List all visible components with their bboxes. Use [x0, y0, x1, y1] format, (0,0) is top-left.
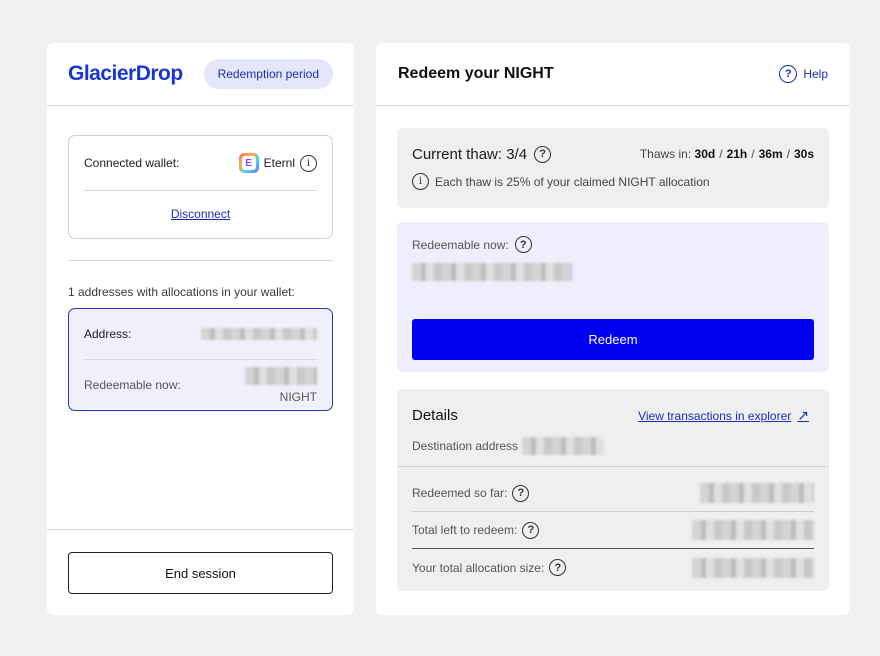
redeemable-amount-redacted	[412, 263, 572, 281]
redeemable-now-label: Redeemable now:	[412, 237, 509, 252]
row-value-redacted	[692, 557, 814, 578]
countdown-separator: /	[751, 147, 755, 161]
thaw-note: i Each thaw is 25% of your claimed NIGHT…	[412, 173, 814, 190]
connected-wallet-row: Connected wallet: E Eternl i	[84, 136, 317, 191]
divider	[68, 260, 333, 261]
address-value-redacted	[201, 328, 317, 340]
redeemed-so-far-row: Redeemed so far:?	[412, 475, 814, 512]
redeemable-now: Redeemable now: ?	[412, 236, 814, 253]
countdown-minutes: 36m	[758, 147, 783, 161]
disconnect-link[interactable]: Disconnect	[84, 207, 317, 221]
eternl-logo-icon: E	[238, 153, 259, 173]
row-label: Your total allocation size:	[412, 560, 545, 575]
redeem-panel: Redeem your NIGHT ? Help Current thaw: 3…	[376, 43, 850, 615]
phase-badge: Redemption period	[203, 59, 333, 89]
help-link[interactable]: ? Help	[779, 65, 828, 83]
question-circle-icon[interactable]: ?	[549, 559, 567, 576]
glacierdrop-logo[interactable]: GlacierDrop	[68, 62, 183, 86]
arrow-up-right-icon: ↗	[797, 407, 809, 423]
address-card[interactable]: Address: Redeemable now: NIGHT	[68, 308, 333, 411]
details-card: Details View transactions in explorer ↗ …	[397, 389, 829, 591]
question-circle-icon[interactable]: ?	[512, 484, 530, 502]
countdown-label: Thaws in:	[639, 147, 692, 161]
wallet-panel: GlacierDrop Redemption period Connected …	[47, 43, 354, 615]
countdown-days: 30d	[694, 147, 716, 161]
current-thaw-label: Current thaw: 3/4	[412, 145, 528, 163]
address-row: Address:	[84, 309, 317, 360]
wallet-panel-header: GlacierDrop Redemption period	[47, 43, 354, 106]
allocations-caption: 1 addresses with allocations in your wal…	[68, 285, 295, 299]
row-value-redacted	[692, 520, 814, 540]
countdown-separator: /	[786, 147, 790, 161]
destination-address: Destination address	[412, 437, 605, 455]
info-icon[interactable]: i	[300, 154, 317, 172]
row-label: Total left to redeem:	[412, 523, 518, 537]
footer-divider	[47, 529, 354, 530]
countdown-hours: 21h	[726, 147, 748, 161]
redeemable-label: Redeemable now:	[84, 378, 181, 392]
question-circle-icon[interactable]: ?	[522, 521, 540, 539]
question-circle-icon: ?	[779, 65, 798, 83]
info-circle-icon: i	[412, 173, 429, 190]
connected-wallet-card: Connected wallet: E Eternl i Disconnect	[68, 135, 333, 239]
row-value-redacted	[700, 483, 814, 503]
wallet-info: E Eternl i	[238, 153, 317, 173]
redeemable-row: Redeemable now: NIGHT	[84, 360, 317, 410]
total-allocation-row: Your total allocation size:?	[412, 549, 814, 586]
details-title: Details	[412, 407, 458, 424]
redeem-panel-header: Redeem your NIGHT ? Help	[376, 43, 850, 106]
thaw-countdown: Thaws in: 30d/21h/36m/30s	[640, 147, 814, 161]
wallet-name: Eternl	[263, 156, 295, 170]
help-label: Help	[803, 67, 828, 81]
explorer-link[interactable]: View transactions in explorer ↗	[638, 407, 809, 424]
page-title: Redeem your NIGHT	[398, 65, 554, 82]
row-label: Redeemed so far:	[412, 486, 508, 500]
end-session-button[interactable]: End session	[68, 552, 333, 594]
countdown-seconds: 30s	[793, 147, 814, 161]
redeem-card: Redeemable now: ? Redeem	[397, 222, 829, 372]
destination-label: Destination address	[412, 439, 519, 453]
thaw-card: Current thaw: 3/4 ? Thaws in: 30d/21h/36…	[397, 128, 829, 208]
redeemable-unit: NIGHT	[279, 390, 317, 404]
total-left-row: Total left to redeem:?	[412, 512, 814, 549]
current-thaw: Current thaw: 3/4 ?	[412, 145, 552, 163]
redeem-button[interactable]: Redeem	[412, 319, 814, 360]
countdown-separator: /	[719, 147, 723, 161]
question-circle-icon[interactable]: ?	[534, 145, 552, 163]
thaw-note-text: Each thaw is 25% of your claimed NIGHT a…	[435, 174, 710, 189]
question-circle-icon[interactable]: ?	[514, 236, 532, 253]
redeemable-value-redacted	[245, 367, 317, 385]
explorer-link-label: View transactions in explorer	[638, 408, 792, 423]
address-label: Address:	[84, 327, 132, 341]
destination-value-redacted	[522, 437, 605, 455]
connected-wallet-label: Connected wallet:	[84, 156, 180, 170]
